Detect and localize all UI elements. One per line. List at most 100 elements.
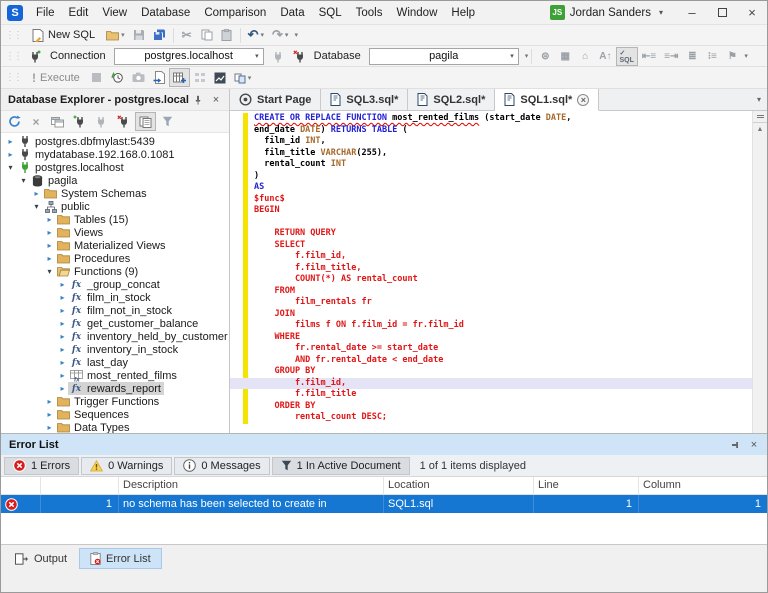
save-all-button[interactable] xyxy=(149,26,170,45)
disconnect-button[interactable] xyxy=(289,47,310,66)
code-line[interactable]: JOIN xyxy=(230,309,752,321)
expand-arrow-icon[interactable]: ▸ xyxy=(57,306,68,315)
outdent-button[interactable]: ≣ xyxy=(682,47,702,66)
collapse-arrow-icon[interactable]: ▾ xyxy=(31,202,42,211)
expand-arrow-icon[interactable]: ▸ xyxy=(44,215,55,224)
menu-sql[interactable]: SQL xyxy=(312,1,349,24)
explorer-close-button[interactable]: × xyxy=(207,91,225,109)
duplicate-object-button[interactable] xyxy=(135,112,156,131)
tree-item[interactable]: ▸System Schemas xyxy=(1,187,229,200)
stop-button[interactable] xyxy=(87,68,107,87)
tree-item-body[interactable]: fxget_customer_balance xyxy=(68,317,201,330)
copy-button[interactable] xyxy=(197,26,217,45)
expand-arrow-icon[interactable]: ▸ xyxy=(57,319,68,328)
bookmark-button[interactable]: ⚑ xyxy=(722,47,742,66)
column-header-line[interactable]: Line xyxy=(534,477,639,494)
expand-arrow-icon[interactable]: ▸ xyxy=(44,423,55,432)
code-line[interactable]: RETURN QUERY xyxy=(230,228,752,240)
database-combobox[interactable]: pagila ▾ xyxy=(369,48,519,65)
menu-window[interactable]: Window xyxy=(389,1,444,24)
collapse-arrow-icon[interactable]: ▾ xyxy=(18,176,29,185)
database-combo-caret-icon[interactable]: ▾ xyxy=(510,52,514,60)
code-line[interactable]: ) xyxy=(230,171,752,183)
tree-new-connection-button[interactable] xyxy=(69,112,90,131)
toolbar-grip[interactable]: ⋮⋮ xyxy=(5,51,21,62)
expand-arrow-icon[interactable]: ▸ xyxy=(44,228,55,237)
tree-item[interactable]: ▾postgres.localhost xyxy=(1,161,229,174)
code-line[interactable]: films f ON f.film_id = fr.film_id xyxy=(230,320,752,332)
query-history-button[interactable] xyxy=(107,68,128,87)
connection-combobox[interactable]: postgres.localhost ▾ xyxy=(114,48,264,65)
expand-arrow-icon[interactable]: ▸ xyxy=(57,345,68,354)
expand-arrow-icon[interactable]: ▸ xyxy=(44,397,55,406)
menu-tools[interactable]: Tools xyxy=(349,1,390,24)
splitter-handle-icon[interactable] xyxy=(753,111,767,123)
query-builder-button[interactable] xyxy=(190,68,210,87)
tree-item[interactable]: ▸Sequences xyxy=(1,408,229,421)
expand-arrow-icon[interactable]: ▸ xyxy=(57,384,68,393)
code-line[interactable]: end_date DATE) RETURNS TABLE ( xyxy=(230,125,752,137)
redo-button[interactable]: ↷▾ xyxy=(268,26,292,45)
tree-connect-button[interactable] xyxy=(91,112,112,131)
close-tab-icon[interactable]: × xyxy=(577,94,589,106)
tab-sql1-sql[interactable]: SQL1.sql*× xyxy=(495,89,599,111)
toolbar-grip[interactable]: ⋮⋮ xyxy=(5,72,21,83)
expand-arrow-icon[interactable]: ▸ xyxy=(44,410,55,419)
tree-item[interactable]: ▸Tables (15) xyxy=(1,213,229,226)
tree-item[interactable]: ▾pagila xyxy=(1,174,229,187)
tab-start-page[interactable]: Start Page xyxy=(230,89,321,110)
column-header-column[interactable]: Column xyxy=(639,477,767,494)
code-line[interactable]: film_rentals fr xyxy=(230,297,752,309)
dock-tab-error-list[interactable]: Error List xyxy=(79,548,162,569)
paste-button[interactable] xyxy=(217,26,237,45)
tree-item-body[interactable]: fx_group_concat xyxy=(68,278,163,291)
menu-view[interactable]: View xyxy=(95,1,134,24)
tree-item-body[interactable]: Tables (15) xyxy=(55,213,131,226)
explorer-pin-button[interactable] xyxy=(189,91,207,109)
tree-item-body[interactable]: Trigger Functions xyxy=(55,395,162,408)
code-line[interactable]: rental_count DESC; xyxy=(230,412,752,424)
filter-button[interactable] xyxy=(157,112,177,131)
code-line[interactable]: $func$ xyxy=(230,194,752,206)
menu-edit[interactable]: Edit xyxy=(62,1,96,24)
expand-arrow-icon[interactable]: ▸ xyxy=(57,371,68,380)
user-menu-caret-icon[interactable]: ▾ xyxy=(659,8,663,17)
maximize-button[interactable] xyxy=(707,1,737,25)
undo-button[interactable]: ↶▾ xyxy=(244,26,268,45)
expand-arrow-icon[interactable]: ▸ xyxy=(57,358,68,367)
tree-item[interactable]: ▸fxfilm_not_in_stock xyxy=(1,304,229,317)
error-row[interactable]: 1no schema has been selected to create i… xyxy=(1,495,767,513)
tree-item[interactable]: ▸fxrewards_report xyxy=(1,382,229,395)
tree-item-body[interactable]: fxrewards_report xyxy=(68,382,164,395)
connect-button[interactable] xyxy=(268,47,289,66)
export-results-button[interactable] xyxy=(149,68,169,87)
code-line[interactable]: WHERE xyxy=(230,332,752,344)
tree-item-body[interactable]: System Schemas xyxy=(42,187,150,200)
tree-item-body[interactable]: Data Types xyxy=(55,421,132,433)
tab-sql2-sql[interactable]: SQL2.sql* xyxy=(408,89,495,110)
window-layout-button[interactable]: ▾ xyxy=(230,68,256,87)
tab-list-caret-icon[interactable]: ▾ xyxy=(757,95,761,104)
collapse-arrow-icon[interactable]: ▾ xyxy=(5,163,16,172)
indent-increase-button[interactable]: ≡⇥ xyxy=(660,47,682,66)
code-line[interactable]: ORDER BY xyxy=(230,401,752,413)
tree-item-body[interactable]: fxinventory_in_stock xyxy=(68,343,181,356)
messages-filter-button[interactable]: 0 Messages xyxy=(174,457,269,475)
snippets-button[interactable]: ▦ xyxy=(555,47,575,66)
tree-item[interactable]: ▸fxlast_day xyxy=(1,356,229,369)
menu-database[interactable]: Database xyxy=(134,1,197,24)
toolbar-grip[interactable]: ⋮⋮ xyxy=(5,30,21,41)
error-list-pin-button[interactable] xyxy=(727,436,745,454)
tree-item[interactable]: ▸Materialized Views xyxy=(1,239,229,252)
menu-help[interactable]: Help xyxy=(444,1,482,24)
column-header-location[interactable]: Location xyxy=(384,477,534,494)
database-extra-caret-icon[interactable]: ▾ xyxy=(525,52,529,60)
tree-item-body[interactable]: Materialized Views xyxy=(55,239,169,252)
execute-button[interactable]: ! Execute xyxy=(25,68,87,87)
minimize-button[interactable]: – xyxy=(677,1,707,25)
tree-item-body[interactable]: postgres.localhost xyxy=(16,161,127,174)
column-header-description[interactable]: Description xyxy=(119,477,384,494)
chart-designer-button[interactable] xyxy=(210,68,230,87)
column-header-number[interactable] xyxy=(41,477,119,494)
close-button[interactable]: × xyxy=(737,1,767,25)
